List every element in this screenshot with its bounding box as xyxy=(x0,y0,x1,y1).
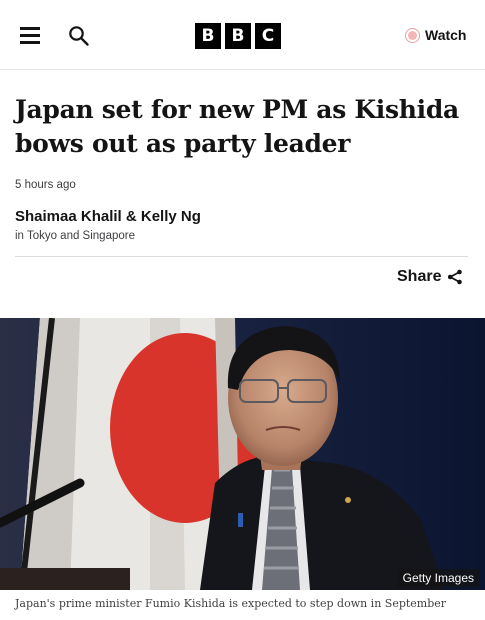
logo-letter-b2: B xyxy=(225,23,251,49)
watch-button[interactable]: Watch xyxy=(405,27,466,43)
byline-divider xyxy=(15,256,468,257)
hamburger-menu-icon[interactable] xyxy=(20,26,42,46)
image-credit: Getty Images xyxy=(396,569,480,587)
logo-letter-c: C xyxy=(255,23,281,49)
byline-authors: Shaimaa Khalil & Kelly Ng xyxy=(15,208,201,225)
share-label: Share xyxy=(397,268,442,285)
byline-location: in Tokyo and Singapore xyxy=(15,230,135,242)
logo-letter-b1: B xyxy=(195,23,221,49)
watch-label: Watch xyxy=(425,27,467,43)
bbc-logo[interactable]: B B C xyxy=(195,23,281,49)
article-timestamp: 5 hours ago xyxy=(15,179,76,191)
article-photo[interactable]: Getty Images xyxy=(0,318,485,590)
image-caption: Japan's prime minister Fumio Kishida is … xyxy=(15,597,447,610)
article-headline: Japan set for new PM as Kishida bows out… xyxy=(15,95,459,158)
search-icon[interactable] xyxy=(68,25,90,47)
share-icon xyxy=(448,269,463,285)
top-navigation-bar: B B C Watch xyxy=(0,0,485,70)
share-button[interactable]: Share xyxy=(397,268,463,286)
kishida-press-conference-image xyxy=(0,318,485,590)
live-dot-icon xyxy=(405,27,420,43)
